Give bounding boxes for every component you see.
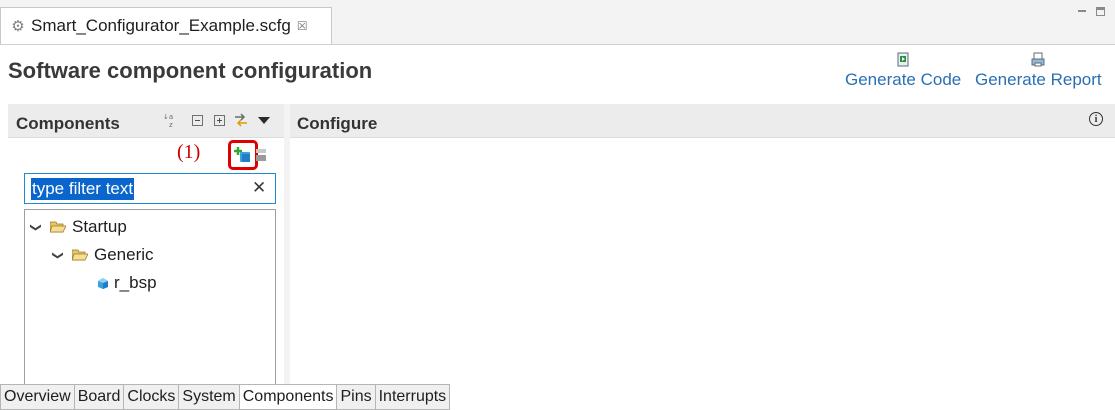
panel-sash[interactable] [284, 104, 290, 400]
info-icon[interactable]: i [1089, 112, 1103, 126]
tree-item-label: r_bsp [114, 273, 157, 292]
view-menu-icon[interactable] [256, 112, 272, 128]
tab-system[interactable]: System [179, 384, 240, 410]
add-component-icon [234, 147, 250, 162]
clear-filter-icon[interactable]: ✕ [252, 178, 266, 198]
tree-item-label: Startup [72, 217, 127, 236]
tab-components[interactable]: Components [239, 384, 338, 410]
generate-code-label: Generate Code [845, 70, 962, 89]
editor-tab-title: Smart_Configurator_Example.scfg [31, 16, 291, 35]
remove-component-button[interactable] [255, 148, 267, 162]
folder-open-icon [72, 249, 88, 261]
tree-item-generic[interactable]: ❯ Generic [52, 244, 154, 266]
components-panel-title: Components [16, 114, 120, 133]
tab-board[interactable]: Board [74, 384, 125, 410]
sort-icon[interactable]: ↓a z [163, 112, 179, 128]
tab-clocks[interactable]: Clocks [124, 384, 180, 410]
maximize-button[interactable] [1095, 6, 1109, 18]
collapse-all-icon[interactable] [189, 112, 205, 128]
tab-pins[interactable]: Pins [337, 384, 376, 410]
generate-report-label: Generate Report [975, 70, 1102, 89]
chevron-down-icon[interactable]: ❯ [30, 221, 43, 233]
step-annotation: (1) [177, 141, 201, 163]
tab-interrupts[interactable]: Interrupts [375, 384, 451, 410]
close-icon[interactable]: ☒ [297, 19, 308, 33]
filter-input-text: type filter text [31, 177, 135, 200]
filter-input[interactable]: type filter text [24, 173, 276, 204]
page-title: Software component configuration [8, 58, 373, 83]
folder-open-icon [50, 221, 66, 233]
tree-item-label: Generic [94, 245, 154, 264]
link-icon[interactable] [233, 112, 249, 128]
configure-panel-header [290, 104, 1115, 138]
configure-panel-title: Configure [297, 114, 378, 133]
svg-text:↓a: ↓a [163, 113, 173, 121]
generate-report-icon [1031, 52, 1045, 67]
component-icon [98, 278, 108, 289]
gear-icon: ⚙ [11, 18, 25, 35]
tree-item-startup[interactable]: ❯ Startup [30, 216, 127, 238]
minimize-button[interactable] [1076, 6, 1090, 18]
remove-component-icon [256, 149, 266, 161]
expand-all-icon[interactable] [211, 112, 227, 128]
chevron-down-icon[interactable]: ❯ [52, 249, 65, 261]
svg-text:z: z [169, 121, 173, 128]
add-component-button[interactable] [228, 140, 258, 170]
generate-code-button[interactable]: Generate Code [845, 52, 961, 90]
editor-tab[interactable]: ⚙ Smart_Configurator_Example.scfg ☒ [0, 7, 332, 44]
generate-code-icon [897, 52, 909, 67]
generate-report-button[interactable]: Generate Report [975, 52, 1102, 90]
tree-item-r-bsp[interactable]: r_bsp [96, 272, 157, 294]
page-tabs: Overview Board Clocks System Components … [0, 384, 451, 410]
tab-overview[interactable]: Overview [0, 384, 75, 410]
